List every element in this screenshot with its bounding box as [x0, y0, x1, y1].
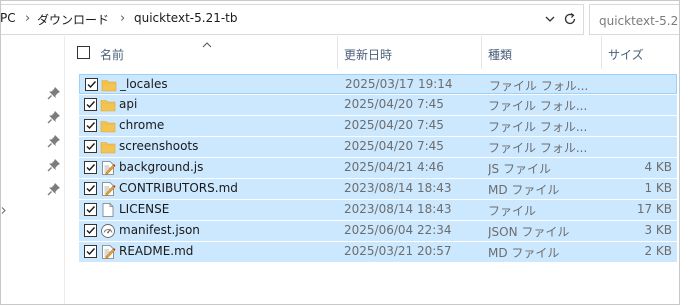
text-file-icon [100, 244, 116, 260]
file-type: JSON ファイル [488, 225, 570, 239]
file-date: 2023/08/14 18:43 [344, 181, 452, 195]
file-size: 2 KB [644, 244, 672, 258]
row-checkbox[interactable] [84, 245, 97, 258]
file-size: 3 KB [644, 223, 672, 237]
file-name: README.md [119, 244, 194, 258]
file-row[interactable]: background.js 2025/04/21 4:46 JS ファイル 4 KB [79, 158, 677, 178]
folder-icon [100, 139, 116, 155]
file-type: MD ファイル [488, 246, 560, 260]
pin-icon[interactable] [47, 158, 61, 172]
file-name: chrome [119, 118, 165, 132]
file-name: CONTRIBUTORS.md [119, 181, 238, 195]
file-row[interactable]: README.md 2025/03/21 20:57 MD ファイル 2 KB [79, 242, 677, 262]
column-size[interactable]: サイズ [608, 46, 644, 63]
column-separator[interactable] [481, 36, 482, 69]
file-type: ファイル フォル... [488, 99, 588, 113]
folder-icon [100, 118, 116, 134]
text-file-icon [100, 181, 116, 197]
file-type: ファイル フォル... [488, 141, 588, 155]
file-size: 1 KB [644, 181, 672, 195]
row-checkbox[interactable] [84, 140, 97, 153]
file-date: 2025/04/21 4:46 [344, 160, 444, 174]
row-checkbox[interactable] [84, 224, 97, 237]
file-name: background.js [119, 160, 204, 174]
row-checkbox[interactable] [85, 78, 98, 91]
address-bar[interactable]: PC › ダウンロード › quicktext-5.21-tb [0, 4, 584, 35]
row-checkbox[interactable] [84, 161, 97, 174]
select-all-checkbox[interactable] [77, 46, 90, 59]
file-type: ファイル フォル... [488, 120, 588, 134]
chevron-right-icon[interactable]: › [25, 11, 30, 26]
file-row[interactable]: CONTRIBUTORS.md 2023/08/14 18:43 MD ファイル 1 … [79, 179, 677, 199]
chevron-down-icon[interactable] [543, 13, 557, 27]
breadcrumb-downloads[interactable]: ダウンロード [37, 11, 109, 28]
script-file-icon [100, 160, 116, 176]
file-name: _locales [120, 77, 168, 91]
file-date: 2025/06/04 22:34 [344, 223, 452, 237]
file-date: 2023/08/14 18:43 [344, 202, 452, 216]
folder-icon [101, 77, 117, 93]
breadcrumb-pc[interactable]: PC [0, 11, 16, 25]
file-date: 2025/04/20 7:45 [344, 118, 444, 132]
file-row[interactable]: chrome 2025/04/20 7:45 ファイル フォル... [79, 116, 677, 136]
search-placeholder: quicktext-5.21-tb の検索 [599, 14, 680, 28]
file-row[interactable]: _locales 2025/03/17 19:14 ファイル フォル... [79, 74, 677, 94]
file-size: 17 KB [636, 202, 672, 216]
file-type: JS ファイル [488, 162, 551, 176]
row-checkbox[interactable] [84, 119, 97, 132]
file-type: ファイル [488, 204, 537, 218]
file-row[interactable]: screenshoots 2025/04/20 7:45 ファイル フォル... [79, 137, 677, 157]
row-checkbox[interactable] [84, 182, 97, 195]
chevron-right-icon[interactable]: › [120, 11, 125, 26]
column-separator[interactable] [601, 36, 602, 69]
file-name: manifest.json [119, 223, 200, 237]
folder-icon [100, 97, 116, 113]
column-header: 名前 更新日時 種類 サイズ [65, 36, 680, 69]
row-checkbox[interactable] [84, 203, 97, 216]
pin-icon[interactable] [47, 110, 61, 124]
pane-divider[interactable] [64, 36, 65, 305]
file-date: 2025/04/20 7:45 [344, 139, 444, 153]
file-date: 2025/03/17 19:14 [345, 77, 453, 91]
file-name: LICENSE [119, 202, 170, 216]
refresh-icon[interactable] [560, 11, 580, 31]
file-row[interactable]: api 2025/04/20 7:45 ファイル フォル... [79, 95, 677, 115]
file-size: 4 KB [644, 160, 672, 174]
breadcrumb-current-folder[interactable]: quicktext-5.21-tb [134, 11, 238, 25]
file-type: MD ファイル [488, 183, 560, 197]
column-date[interactable]: 更新日時 [344, 46, 392, 63]
file-name: screenshoots [119, 139, 199, 153]
json-file-icon [100, 223, 116, 239]
file-date: 2025/03/21 20:57 [344, 244, 452, 258]
chevron-right-icon[interactable] [1, 207, 6, 214]
sort-ascending-icon [202, 38, 212, 48]
column-type[interactable]: 種類 [488, 46, 512, 63]
file-date: 2025/04/20 7:45 [344, 97, 444, 111]
row-checkbox[interactable] [84, 98, 97, 111]
pin-icon[interactable] [47, 134, 61, 148]
file-name: api [119, 97, 138, 111]
file-row[interactable]: manifest.json 2025/06/04 22:34 JSON ファイル 3 … [79, 221, 677, 241]
search-input[interactable]: quicktext-5.21-tb の検索 [589, 4, 680, 35]
file-type: ファイル フォル... [489, 79, 589, 93]
column-separator[interactable] [337, 36, 338, 69]
file-row[interactable]: LICENSE 2023/08/14 18:43 ファイル 17 KB [79, 200, 677, 220]
pin-icon[interactable] [47, 86, 61, 100]
column-name[interactable]: 名前 [100, 46, 124, 63]
pin-icon[interactable] [47, 182, 61, 196]
blank-file-icon [100, 202, 116, 218]
